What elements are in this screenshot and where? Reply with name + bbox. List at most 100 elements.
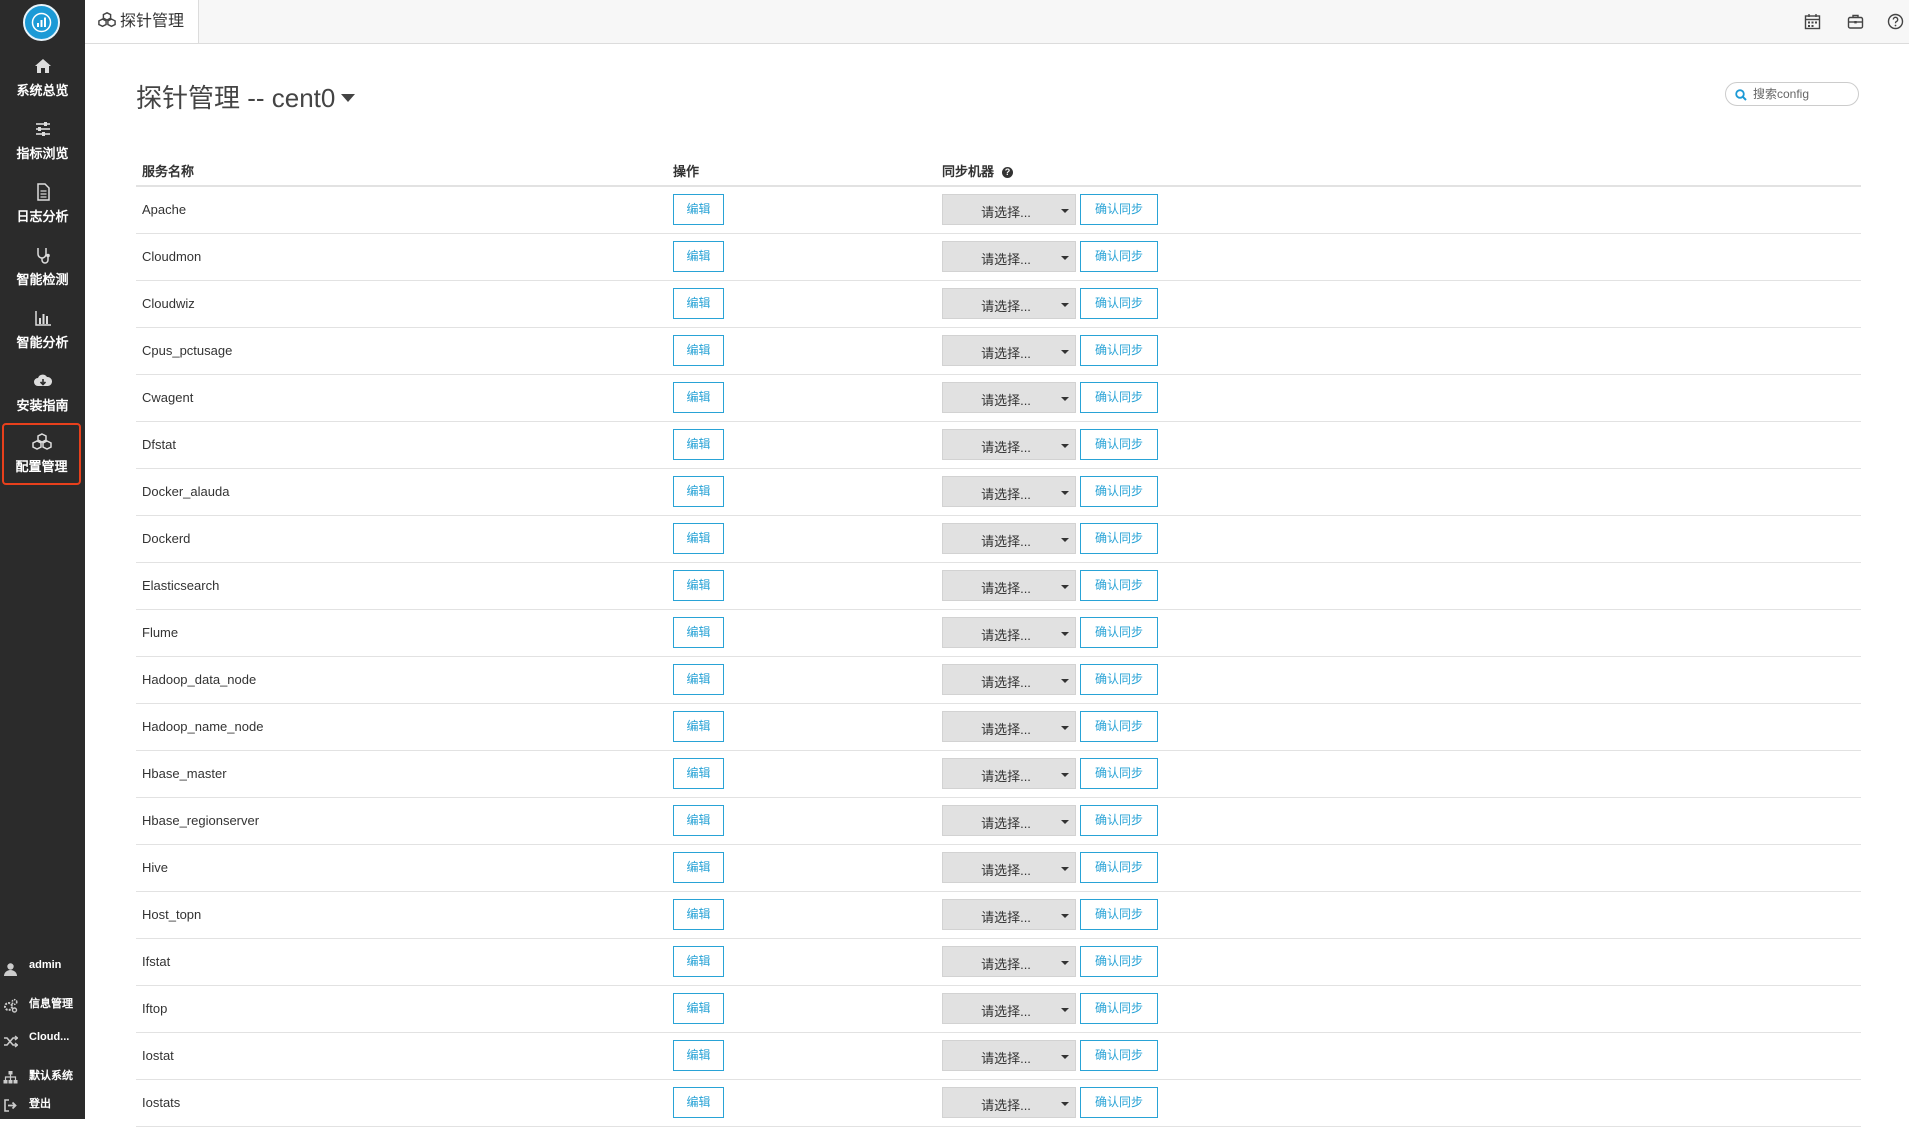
search-input[interactable] <box>1753 85 1853 103</box>
select-label: 请选择... <box>981 1004 1031 1019</box>
machine-select[interactable]: 请选择... <box>942 899 1076 930</box>
confirm-sync-button[interactable]: 确认同步 <box>1080 194 1158 225</box>
sidebar: 系统总览 指标浏览 日志分析 智能检测 智能分析 安装指南 配置管理 admin… <box>0 0 85 1119</box>
machine-select[interactable]: 请选择... <box>942 1040 1076 1071</box>
service-name: Hadoop_data_node <box>142 672 257 687</box>
sidebar-item-log-analysis[interactable]: 日志分析 <box>0 174 85 236</box>
edit-button[interactable]: 编辑 <box>673 523 724 554</box>
machine-select[interactable]: 请选择... <box>942 241 1076 272</box>
caret-down-icon <box>1061 491 1069 495</box>
sidebar-info-management[interactable]: 信息管理 <box>0 989 85 1019</box>
machine-select[interactable]: 请选择... <box>942 335 1076 366</box>
page-title-dropdown[interactable]: 探针管理 -- cent0 <box>136 78 356 115</box>
calendar-icon[interactable] <box>1804 13 1821 30</box>
service-name: Elasticsearch <box>142 578 220 593</box>
confirm-sync-button[interactable]: 确认同步 <box>1080 852 1158 883</box>
edit-button[interactable]: 编辑 <box>673 429 724 460</box>
confirm-sync-button[interactable]: 确认同步 <box>1080 429 1158 460</box>
edit-button[interactable]: 编辑 <box>673 617 724 648</box>
machine-select[interactable]: 请选择... <box>942 429 1076 460</box>
machine-select[interactable]: 请选择... <box>942 194 1076 225</box>
sidebar-cloud[interactable]: Cloud... <box>0 1025 85 1055</box>
select-label: 请选择... <box>981 675 1031 690</box>
machine-select[interactable]: 请选择... <box>942 758 1076 789</box>
machine-select[interactable]: 请选择... <box>942 382 1076 413</box>
confirm-sync-button[interactable]: 确认同步 <box>1080 570 1158 601</box>
machine-select[interactable]: 请选择... <box>942 664 1076 695</box>
table-row: Hbase_regionserver 编辑 请选择... 确认同步 <box>136 798 1861 845</box>
machine-select[interactable]: 请选择... <box>942 288 1076 319</box>
table-row: Ifstat 编辑 请选择... 确认同步 <box>136 939 1861 986</box>
sidebar-item-system-overview[interactable]: 系统总览 <box>0 48 85 110</box>
table-row: Iftop 编辑 请选择... 确认同步 <box>136 986 1861 1033</box>
confirm-sync-button[interactable]: 确认同步 <box>1080 288 1158 319</box>
edit-button[interactable]: 编辑 <box>673 241 724 272</box>
edit-button[interactable]: 编辑 <box>673 476 724 507</box>
confirm-sync-button[interactable]: 确认同步 <box>1080 382 1158 413</box>
edit-button[interactable]: 编辑 <box>673 194 724 225</box>
service-name: Hbase_master <box>142 766 227 781</box>
machine-select[interactable]: 请选择... <box>942 570 1076 601</box>
confirm-sync-button[interactable]: 确认同步 <box>1080 335 1158 366</box>
confirm-sync-button[interactable]: 确认同步 <box>1080 711 1158 742</box>
edit-button[interactable]: 编辑 <box>673 1040 724 1071</box>
confirm-sync-button[interactable]: 确认同步 <box>1080 523 1158 554</box>
confirm-sync-button[interactable]: 确认同步 <box>1080 476 1158 507</box>
machine-select[interactable]: 请选择... <box>942 711 1076 742</box>
edit-button[interactable]: 编辑 <box>673 993 724 1024</box>
tab-probe-management[interactable]: 探针管理 <box>85 0 200 43</box>
sidebar-item-config-management[interactable]: 配置管理 <box>2 423 81 485</box>
machine-select[interactable]: 请选择... <box>942 617 1076 648</box>
confirm-sync-button[interactable]: 确认同步 <box>1080 1040 1158 1071</box>
edit-button[interactable]: 编辑 <box>673 1087 724 1118</box>
sidebar-item-metrics[interactable]: 指标浏览 <box>0 111 85 173</box>
briefcase-icon[interactable] <box>1847 13 1864 30</box>
confirm-sync-button[interactable]: 确认同步 <box>1080 993 1158 1024</box>
edit-button[interactable]: 编辑 <box>673 382 724 413</box>
machine-select[interactable]: 请选择... <box>942 523 1076 554</box>
logo-icon[interactable] <box>23 4 60 41</box>
confirm-sync-button[interactable]: 确认同步 <box>1080 805 1158 836</box>
sidebar-default-system[interactable]: 默认系统 <box>0 1061 85 1091</box>
confirm-sync-button[interactable]: 确认同步 <box>1080 758 1158 789</box>
probe-table: 服务名称 操作 同步机器? Apache 编辑 请选择... 确认同步 Cloudmon… <box>136 155 1861 1127</box>
confirm-sync-button[interactable]: 确认同步 <box>1080 1087 1158 1118</box>
edit-button[interactable]: 编辑 <box>673 570 724 601</box>
machine-select[interactable]: 请选择... <box>942 993 1076 1024</box>
caret-down-icon <box>1061 538 1069 542</box>
sidebar-admin[interactable]: admin <box>0 953 85 983</box>
caret-down-icon <box>1061 867 1069 871</box>
select-label: 请选择... <box>981 299 1031 314</box>
edit-button[interactable]: 编辑 <box>673 758 724 789</box>
confirm-sync-button[interactable]: 确认同步 <box>1080 664 1158 695</box>
machine-select[interactable]: 请选择... <box>942 852 1076 883</box>
edit-button[interactable]: 编辑 <box>673 711 724 742</box>
help-icon[interactable] <box>1887 13 1904 30</box>
confirm-sync-button[interactable]: 确认同步 <box>1080 241 1158 272</box>
edit-button[interactable]: 编辑 <box>673 852 724 883</box>
sidebar-item-label: 系统总览 <box>16 83 69 98</box>
edit-button[interactable]: 编辑 <box>673 805 724 836</box>
edit-button[interactable]: 编辑 <box>673 335 724 366</box>
question-icon[interactable]: ? <box>1002 167 1014 178</box>
user-icon <box>4 963 17 976</box>
edit-button[interactable]: 编辑 <box>673 946 724 977</box>
confirm-sync-button[interactable]: 确认同步 <box>1080 617 1158 648</box>
machine-select[interactable]: 请选择... <box>942 946 1076 977</box>
machine-select[interactable]: 请选择... <box>942 805 1076 836</box>
machine-select[interactable]: 请选择... <box>942 476 1076 507</box>
service-name: Cwagent <box>142 390 194 405</box>
sidebar-item-install-guide[interactable]: 安装指南 <box>0 363 85 425</box>
edit-button[interactable]: 编辑 <box>673 664 724 695</box>
caret-down-icon <box>1061 303 1069 307</box>
service-name: Cloudmon <box>142 249 202 264</box>
sidebar-logout[interactable]: 登出 <box>0 1089 85 1119</box>
machine-select[interactable]: 请选择... <box>942 1087 1076 1118</box>
confirm-sync-button[interactable]: 确认同步 <box>1080 899 1158 930</box>
sidebar-item-smart-analysis[interactable]: 智能分析 <box>0 300 85 362</box>
edit-button[interactable]: 编辑 <box>673 288 724 319</box>
edit-button[interactable]: 编辑 <box>673 899 724 930</box>
select-label: 请选择... <box>981 910 1031 925</box>
sidebar-item-smart-detection[interactable]: 智能检测 <box>0 237 85 299</box>
confirm-sync-button[interactable]: 确认同步 <box>1080 946 1158 977</box>
